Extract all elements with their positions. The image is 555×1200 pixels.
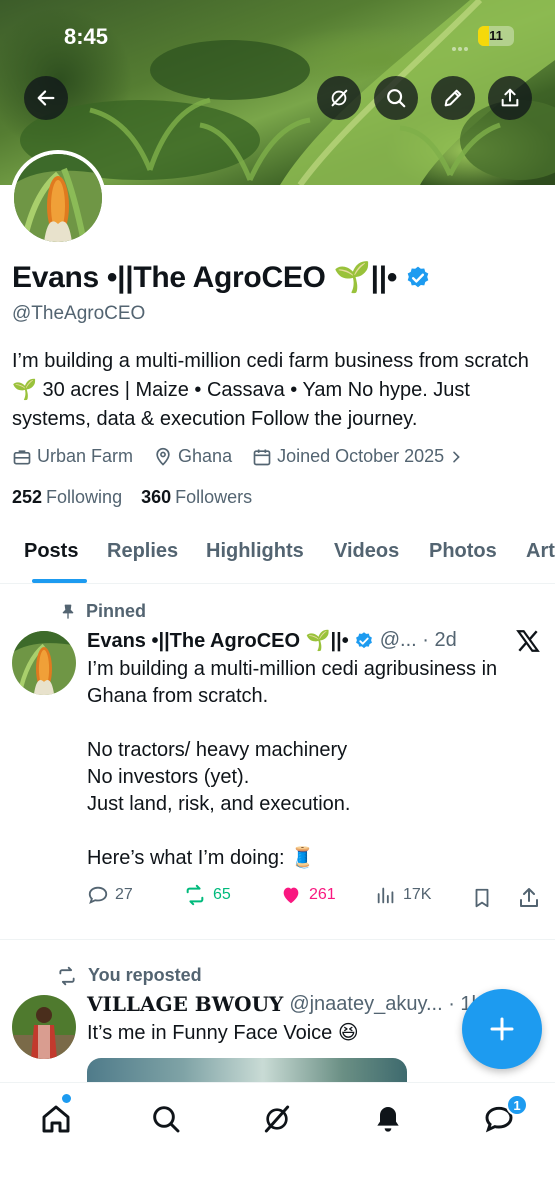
- repost-button[interactable]: 65: [183, 884, 231, 906]
- profile-meta: Urban Farm Ghana Joined October 2025: [12, 446, 489, 467]
- x-logo-icon: [516, 630, 540, 652]
- tab-highlights[interactable]: Highlights: [206, 540, 304, 563]
- tab-posts[interactable]: Posts: [24, 540, 78, 563]
- share-icon: [501, 88, 519, 107]
- home-unread-dot: [62, 1094, 71, 1103]
- chevron-right-icon: [453, 451, 461, 462]
- followers-count: 360: [141, 487, 172, 507]
- repost-context: You reposted: [56, 965, 202, 986]
- heart-filled-icon: [283, 887, 299, 904]
- active-tab-indicator: [32, 579, 87, 583]
- profile-tabs: Posts Replies Highlights Videos Photos A…: [0, 528, 555, 584]
- bottom-navigation: [0, 1082, 555, 1200]
- repost-icon: [59, 966, 75, 985]
- briefcase-icon: [13, 449, 31, 464]
- post-handle-time: @jnaatey_akuy... · 1h: [289, 992, 483, 1015]
- profile-name: Evans •||The AgroCEO 🌱||•: [12, 260, 431, 295]
- post-author-name[interactable]: Evans •||The AgroCEO 🌱||•: [87, 628, 349, 653]
- repost-icon: [186, 884, 204, 906]
- pin-icon: [62, 604, 74, 619]
- share-button[interactable]: [488, 76, 532, 120]
- followers-link[interactable]: 360 Followers: [141, 487, 252, 507]
- tab-photos[interactable]: Photos: [429, 540, 497, 563]
- reply-button[interactable]: 27: [87, 884, 133, 906]
- nav-home[interactable]: [34, 1097, 78, 1141]
- category-item: Urban Farm: [12, 446, 133, 467]
- grok-icon: [264, 1105, 290, 1133]
- profile-handle: @TheAgroCEO: [12, 303, 146, 324]
- grok-button[interactable]: [317, 76, 361, 120]
- tab-replies[interactable]: Replies: [107, 540, 178, 563]
- arrow-left-icon: [37, 90, 55, 106]
- back-button[interactable]: [24, 76, 68, 120]
- followers-label: Followers: [175, 487, 253, 507]
- post-actions: 27 65 261 17K: [87, 884, 542, 914]
- pinned-label: Pinned: [86, 601, 147, 621]
- joined-label: Joined October 2025: [277, 446, 445, 466]
- search-icon: [153, 1106, 180, 1133]
- nav-search[interactable]: [144, 1097, 188, 1141]
- nav-grok[interactable]: [255, 1097, 299, 1141]
- grok-icon: [331, 89, 348, 107]
- post-header: Evans •||The AgroCEO 🌱||• @... · 2d: [87, 628, 457, 653]
- pencil-icon: [444, 89, 462, 107]
- reply-count: 27: [115, 886, 133, 903]
- calendar-icon: [253, 449, 271, 465]
- follow-stats: 252 Following 360 Followers: [12, 487, 252, 508]
- signal-icon: [452, 38, 474, 51]
- search-icon: [387, 89, 406, 108]
- bell-icon: [377, 1107, 399, 1132]
- edit-button[interactable]: [431, 76, 475, 120]
- home-icon: [42, 1105, 70, 1133]
- repost-context-label: You reposted: [88, 965, 202, 985]
- share-icon[interactable]: [517, 886, 541, 910]
- status-time: 8:45: [64, 24, 109, 49]
- location-label: Ghana: [178, 446, 233, 466]
- post-author-avatar[interactable]: [12, 995, 76, 1059]
- compose-button[interactable]: [462, 989, 542, 1069]
- search-button[interactable]: [374, 76, 418, 120]
- nav-notifications[interactable]: [366, 1097, 410, 1141]
- like-count: 261: [309, 886, 336, 903]
- battery-icon: 11: [478, 26, 514, 46]
- messages-badge: 1: [506, 1094, 528, 1116]
- location-item: Ghana: [153, 446, 232, 467]
- like-button[interactable]: 261: [279, 884, 336, 906]
- reply-icon: [88, 886, 108, 905]
- views-button[interactable]: 17K: [375, 884, 431, 906]
- post-text[interactable]: It’s me in Funny Face Voice 😆: [87, 1020, 467, 1047]
- repost-count: 65: [213, 886, 231, 903]
- battery-level: 11: [489, 28, 503, 43]
- bookmark-icon[interactable]: [471, 886, 493, 910]
- post-handle-time: @... · 2d: [379, 629, 457, 651]
- following-count: 252: [12, 487, 43, 507]
- location-pin-icon: [156, 447, 170, 466]
- tab-articles[interactable]: Art: [526, 540, 555, 563]
- views-chart-icon: [377, 887, 394, 904]
- category-label: Urban Farm: [37, 446, 134, 466]
- verified-badge-icon[interactable]: [405, 265, 431, 291]
- following-link[interactable]: 252 Following: [12, 487, 122, 507]
- profile-name-text: Evans •||The AgroCEO 🌱||•: [12, 261, 398, 294]
- post-header: 𝐕𝐈𝐋𝐋𝐀𝐆𝐄 𝐁𝐖𝐎𝐔𝐘 @jnaatey_akuy... · 1h: [87, 992, 483, 1016]
- profile-avatar[interactable]: [10, 150, 106, 246]
- pinned-context: Pinned: [60, 601, 146, 622]
- profile-bio: I’m building a multi-million cedi farm b…: [12, 350, 529, 430]
- post-text[interactable]: I’m building a multi-million cedi agribu…: [87, 656, 542, 872]
- post-author-name[interactable]: 𝐕𝐈𝐋𝐋𝐀𝐆𝐄 𝐁𝐖𝐎𝐔𝐘: [87, 992, 283, 1016]
- views-count: 17K: [403, 886, 432, 903]
- verified-badge-icon: [355, 631, 372, 648]
- avatar-image: [12, 995, 76, 1059]
- plus-icon: [490, 1017, 514, 1041]
- post-author-avatar[interactable]: [12, 631, 76, 695]
- tab-videos[interactable]: Videos: [334, 540, 399, 563]
- post-divider: [0, 939, 555, 940]
- following-label: Following: [46, 487, 123, 507]
- joined-item[interactable]: Joined October 2025: [252, 446, 469, 467]
- avatar-image: [12, 631, 76, 695]
- avatar-image: [14, 154, 102, 242]
